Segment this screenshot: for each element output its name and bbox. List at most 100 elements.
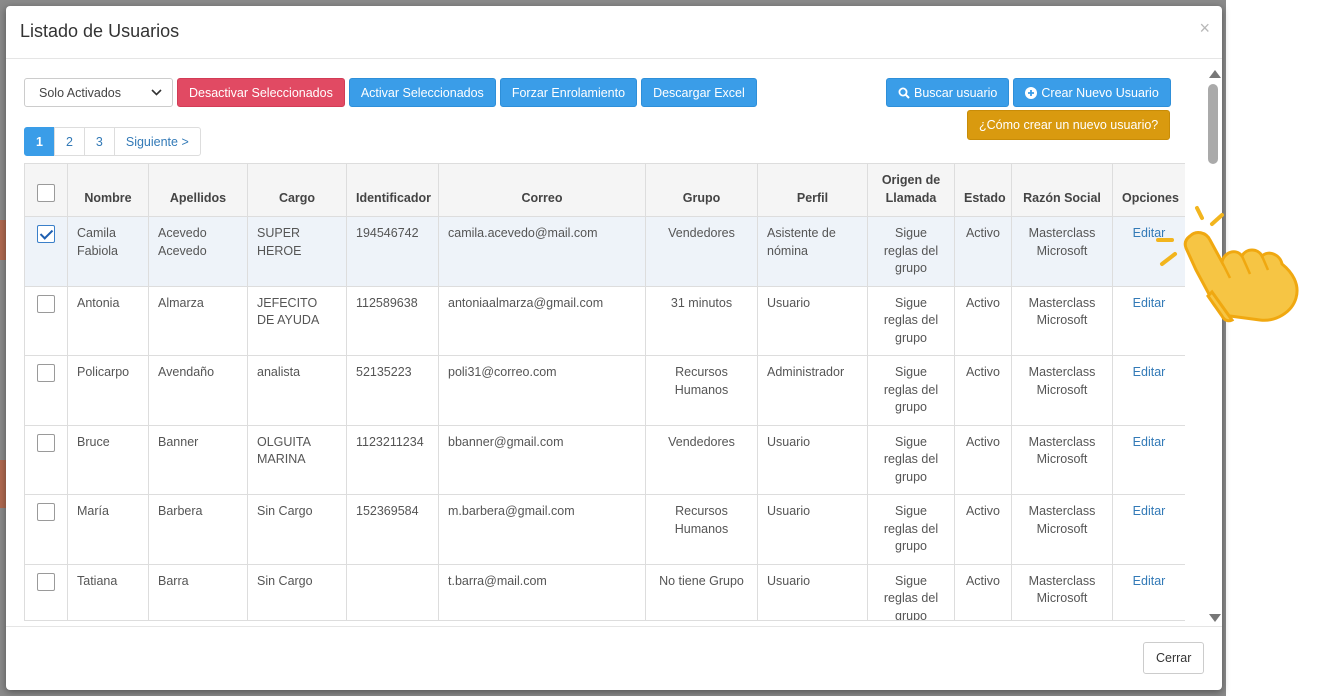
cell-apellidos: Barbera bbox=[148, 494, 248, 565]
cell-origen: Sigue reglas del grupo bbox=[867, 285, 955, 356]
column-header[interactable]: Identificador bbox=[346, 163, 439, 217]
column-header[interactable]: Perfil bbox=[757, 163, 868, 217]
row-checkbox[interactable] bbox=[37, 503, 55, 521]
cell-apellidos: Barra bbox=[148, 563, 248, 620]
column-header[interactable]: Apellidos bbox=[148, 163, 248, 217]
table-row[interactable]: Bruce Banner OLGUITA MARINA 1123211234 b… bbox=[24, 424, 1185, 495]
edit-link[interactable]: Editar bbox=[1133, 435, 1166, 449]
cell-identificador: 194546742 bbox=[346, 216, 439, 287]
table-row[interactable]: Policarpo Avendaño analista 52135223 pol… bbox=[24, 355, 1185, 426]
row-checkbox[interactable] bbox=[37, 225, 55, 243]
close-button[interactable]: Cerrar bbox=[1143, 642, 1205, 674]
cell-nombre: Camila Fabiola bbox=[67, 216, 149, 287]
activate-selected-button[interactable]: Activar Seleccionados bbox=[348, 78, 496, 107]
modal-header: Listado de Usuarios × bbox=[6, 6, 1222, 59]
cell-correo: poli31@correo.com bbox=[438, 355, 646, 426]
toolbar-left: Solo Activados Desactivar Seleccionados … bbox=[24, 78, 757, 107]
row-checkbox[interactable] bbox=[37, 433, 55, 452]
next-page-link[interactable]: Siguiente > bbox=[113, 127, 201, 156]
cell-correo: antoniaalmarza@gmail.com bbox=[438, 285, 646, 356]
cell-correo: t.barra@mail.com bbox=[438, 563, 646, 620]
cell-cargo: SUPER HEROE bbox=[247, 216, 347, 287]
cell-grupo: Vendedores bbox=[645, 424, 758, 495]
scroll-down-arrow-icon[interactable] bbox=[1209, 614, 1221, 622]
table-row[interactable]: Antonia Almarza JEFECITO DE AYUDA 112589… bbox=[24, 285, 1185, 356]
row-select-cell bbox=[24, 494, 68, 565]
cell-nombre: Policarpo bbox=[67, 355, 149, 426]
cell-perfil: Administrador bbox=[757, 355, 868, 426]
cell-estado: Activo bbox=[954, 563, 1012, 620]
cell-estado: Activo bbox=[954, 216, 1012, 287]
column-header[interactable]: Razón Social bbox=[1011, 163, 1113, 217]
column-header[interactable]: Nombre bbox=[67, 163, 149, 217]
search-user-button[interactable]: Buscar usuario bbox=[886, 78, 1010, 107]
cell-cargo: OLGUITA MARINA bbox=[247, 424, 347, 495]
pointing-hand-icon bbox=[1156, 206, 1299, 323]
scroll-thumb[interactable] bbox=[1208, 84, 1218, 164]
cell-perfil: Usuario bbox=[757, 494, 868, 565]
cell-perfil: Usuario bbox=[757, 563, 868, 620]
cell-origen: Sigue reglas del grupo bbox=[867, 424, 955, 495]
edit-link[interactable]: Editar bbox=[1133, 504, 1166, 518]
column-header[interactable]: Grupo bbox=[645, 163, 758, 217]
cell-correo: bbanner@gmail.com bbox=[438, 424, 646, 495]
search-user-label: Buscar usuario bbox=[914, 85, 998, 100]
cell-cargo: Sin Cargo bbox=[247, 563, 347, 620]
cell-opciones: Editar bbox=[1112, 563, 1185, 620]
edit-link[interactable]: Editar bbox=[1133, 365, 1166, 379]
column-header[interactable]: Correo bbox=[438, 163, 646, 217]
table-row[interactable]: María Barbera Sin Cargo 152369584 m.barb… bbox=[24, 494, 1185, 565]
download-excel-button[interactable]: Descargar Excel bbox=[641, 78, 757, 107]
column-header[interactable]: Cargo bbox=[247, 163, 347, 217]
cell-identificador: 52135223 bbox=[346, 355, 439, 426]
column-header[interactable]: Origen de Llamada bbox=[867, 163, 955, 217]
force-enroll-button[interactable]: Forzar Enrolamiento bbox=[499, 78, 638, 107]
modal-scrollbar[interactable] bbox=[1206, 64, 1222, 624]
users-table: Nombre Apellidos Cargo Identificador Cor… bbox=[24, 163, 1185, 620]
table-row[interactable]: Tatiana Barra Sin Cargo t.barra@mail.com… bbox=[24, 563, 1185, 620]
cell-identificador: 152369584 bbox=[346, 494, 439, 565]
cell-opciones: Editar bbox=[1112, 424, 1185, 495]
column-header[interactable]: Estado bbox=[954, 163, 1012, 217]
cell-estado: Activo bbox=[954, 494, 1012, 565]
status-filter-select[interactable]: Solo Activados bbox=[24, 78, 173, 107]
cell-cargo: analista bbox=[247, 355, 347, 426]
how-to-create-user-button[interactable]: ¿Cómo crear un nuevo usuario? bbox=[967, 110, 1171, 140]
cell-razon-social: Masterclass Microsoft bbox=[1011, 424, 1113, 495]
row-checkbox[interactable] bbox=[37, 572, 55, 591]
page-3-link[interactable]: 3 bbox=[83, 127, 115, 156]
cell-correo: m.barbera@gmail.com bbox=[438, 494, 646, 565]
row-select-cell bbox=[24, 355, 68, 426]
cell-nombre: Tatiana bbox=[67, 563, 149, 620]
scroll-up-arrow-icon[interactable] bbox=[1209, 70, 1221, 78]
row-checkbox[interactable] bbox=[37, 364, 55, 382]
cell-apellidos: Almarza bbox=[148, 285, 248, 356]
users-table-container: Nombre Apellidos Cargo Identificador Cor… bbox=[24, 163, 1185, 621]
close-icon[interactable]: × bbox=[1199, 18, 1210, 39]
pagination: 1 2 3 Siguiente > bbox=[24, 127, 201, 156]
cell-estado: Activo bbox=[954, 355, 1012, 426]
row-checkbox[interactable] bbox=[37, 294, 55, 313]
cell-razon-social: Masterclass Microsoft bbox=[1011, 355, 1113, 426]
cell-razon-social: Masterclass Microsoft bbox=[1011, 494, 1113, 565]
cell-grupo: Recursos Humanos bbox=[645, 355, 758, 426]
cell-nombre: Bruce bbox=[67, 424, 149, 495]
edit-link[interactable]: Editar bbox=[1133, 574, 1166, 588]
select-all-checkbox[interactable] bbox=[37, 183, 55, 202]
cell-perfil: Usuario bbox=[757, 285, 868, 356]
cell-apellidos: Avendaño bbox=[148, 355, 248, 426]
cell-identificador bbox=[346, 563, 439, 620]
cell-origen: Sigue reglas del grupo bbox=[867, 216, 955, 287]
page-1-link[interactable]: 1 bbox=[24, 127, 55, 156]
row-select-cell bbox=[24, 285, 68, 356]
cell-cargo: JEFECITO DE AYUDA bbox=[247, 285, 347, 356]
page-2-link[interactable]: 2 bbox=[53, 127, 85, 156]
cell-identificador: 1123211234 bbox=[346, 424, 439, 495]
create-user-button[interactable]: Crear Nuevo Usuario bbox=[1013, 78, 1171, 107]
chevron-down-icon bbox=[151, 89, 162, 96]
cell-origen: Sigue reglas del grupo bbox=[867, 355, 955, 426]
table-row[interactable]: Camila Fabiola Acevedo Acevedo SUPER HER… bbox=[24, 216, 1185, 287]
users-modal: Listado de Usuarios × Solo Activados Des… bbox=[6, 6, 1222, 690]
deactivate-selected-button[interactable]: Desactivar Seleccionados bbox=[177, 78, 345, 107]
modal-title: Listado de Usuarios bbox=[20, 21, 180, 41]
